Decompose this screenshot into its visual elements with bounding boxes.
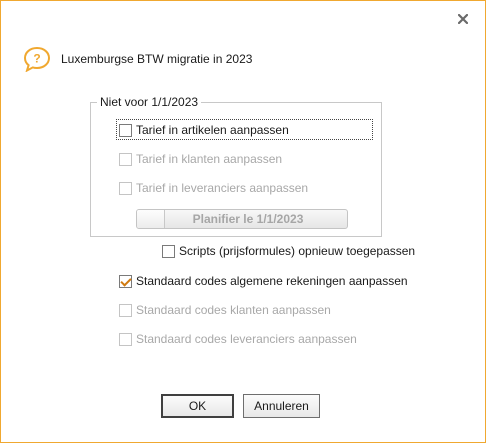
- dialog-title: Luxemburgse BTW migratie in 2023: [61, 52, 253, 66]
- checkbox-box[interactable]: [119, 152, 132, 166]
- checkbox-codes-algemene-rekeningen[interactable]: Standaard codes algemene rekeningen aanp…: [119, 272, 408, 290]
- plan-button-knob: [137, 210, 165, 228]
- checkbox-label: Scripts (prijsformules) opnieuw toegepas…: [179, 244, 416, 258]
- close-button[interactable]: [454, 10, 472, 28]
- cancel-button[interactable]: Annuleren: [243, 394, 320, 418]
- question-bubble-icon: ?: [23, 46, 51, 72]
- checkbox-codes-leveranciers[interactable]: Standaard codes leveranciers aanpassen: [119, 330, 357, 348]
- checkbox-box[interactable]: [119, 123, 132, 137]
- checkbox-label: Standaard codes klanten aanpassen: [136, 303, 331, 317]
- checkbox-box[interactable]: [119, 332, 132, 346]
- checkbox-codes-klanten[interactable]: Standaard codes klanten aanpassen: [119, 301, 331, 319]
- checkbox-label: Tarief in artikelen aanpassen: [136, 123, 289, 137]
- group-legend: Niet voor 1/1/2023: [97, 95, 202, 109]
- checkbox-tarief-artikelen[interactable]: Tarief in artikelen aanpassen: [119, 121, 289, 139]
- ok-button[interactable]: OK: [161, 394, 234, 418]
- checkbox-label: Tarief in klanten aanpassen: [136, 152, 283, 166]
- checkbox-box[interactable]: [162, 244, 175, 258]
- svg-text:?: ?: [33, 52, 40, 66]
- checkbox-scripts[interactable]: Scripts (prijsformules) opnieuw toegepas…: [162, 242, 415, 260]
- migration-dialog: ? Luxemburgse BTW migratie in 2023 Niet …: [0, 0, 486, 443]
- checkbox-label: Standaard codes algemene rekeningen aanp…: [136, 274, 408, 288]
- close-icon: [458, 14, 468, 24]
- checkbox-label: Standaard codes leveranciers aanpassen: [136, 332, 357, 346]
- plan-button-label: Planifier le 1/1/2023: [192, 212, 304, 226]
- plan-button[interactable]: Planifier le 1/1/2023: [136, 209, 348, 229]
- checkbox-tarief-klanten[interactable]: Tarief in klanten aanpassen: [119, 150, 282, 168]
- checkbox-box[interactable]: [119, 181, 132, 195]
- checkbox-box[interactable]: [119, 274, 132, 288]
- checkbox-tarief-leveranciers[interactable]: Tarief in leveranciers aanpassen: [119, 179, 308, 197]
- checkbox-label: Tarief in leveranciers aanpassen: [136, 181, 309, 195]
- checkbox-box[interactable]: [119, 303, 132, 317]
